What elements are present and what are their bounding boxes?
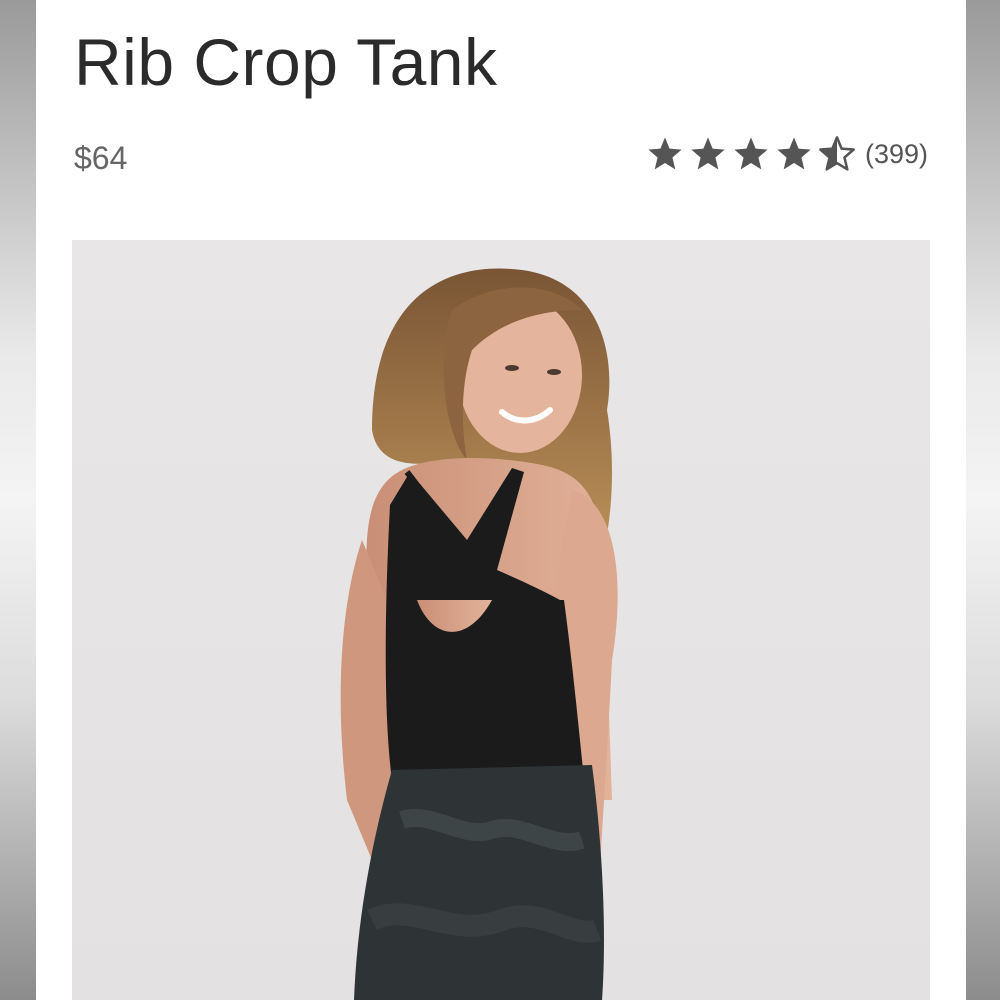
left-bezel <box>0 0 36 1000</box>
right-bezel <box>966 0 1000 1000</box>
rating-stars <box>646 135 861 173</box>
product-rating[interactable]: (399) <box>646 132 928 176</box>
star-full-icon <box>691 137 725 170</box>
star-full-icon <box>777 137 811 170</box>
star-full-icon <box>648 137 682 170</box>
review-count[interactable]: (399) <box>865 134 928 174</box>
product-photo[interactable] <box>72 240 930 1000</box>
star-full-icon <box>734 137 768 170</box>
star-half-icon <box>819 136 855 171</box>
product-price: $64 <box>74 140 128 176</box>
product-title: Rib Crop Tank <box>74 25 498 99</box>
model-illustration <box>72 240 930 1000</box>
product-page: Rib Crop Tank $64 (399) <box>36 0 966 1000</box>
